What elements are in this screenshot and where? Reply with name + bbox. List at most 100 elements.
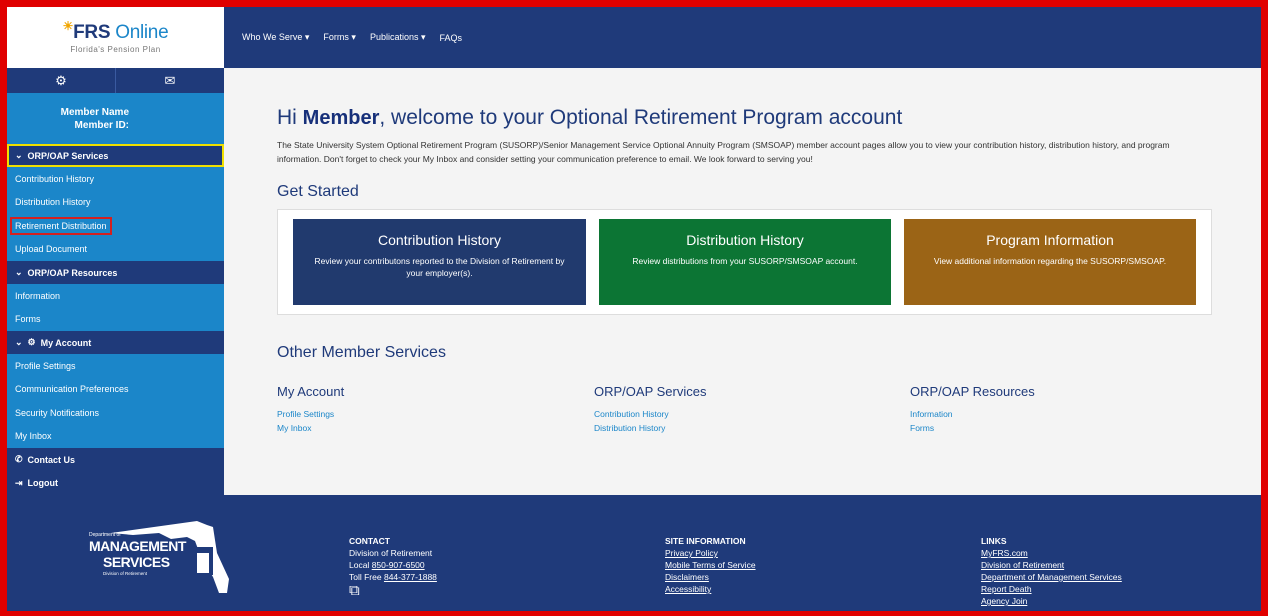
contact-local: Local 850-907-6500 (349, 559, 437, 571)
sidebar-section-orp-services[interactable]: ⌄ ORP/OAP Services (7, 144, 224, 167)
footer-heading: LINKS (981, 536, 1007, 546)
label: Local (349, 560, 372, 570)
program-information-card[interactable]: Program Information View additional info… (904, 219, 1196, 305)
contribution-history-card[interactable]: Contribution History Review your contrib… (293, 219, 586, 305)
gear-icon: ⚙ (27, 337, 36, 347)
my-account-column: My Account Profile Settings My Inbox (277, 384, 344, 435)
sidebar-section-orp-resources[interactable]: ⌄ ORP/OAP Resources (7, 261, 224, 284)
nav-label: Who We Serve (242, 32, 303, 42)
sidebar-item-label: Contact Us (27, 454, 76, 465)
section-label: ORP/OAP Services (27, 150, 109, 161)
column-title: ORP/OAP Resources (910, 384, 1035, 399)
contact-org: Division of Retirement (349, 548, 433, 558)
logo-subtitle: Florida's Pension Plan (70, 44, 161, 54)
page-title: Hi Member, welcome to your Optional Reti… (277, 106, 902, 130)
link-agency-join[interactable]: Agency Join (981, 595, 1122, 607)
link-accessibility[interactable]: Accessibility (665, 583, 756, 595)
sun-icon: ☀ (62, 18, 74, 33)
member-id: Member ID: (74, 119, 129, 131)
sidebar-item-label: Retirement Distribution (10, 216, 112, 235)
nav-label: Forms (323, 32, 349, 42)
welcome-suffix: , welcome to your Optional Retirement Pr… (379, 106, 903, 129)
nav-who-we-serve[interactable]: Who We Serve ▾ (242, 32, 309, 43)
main-content: Hi Member, welcome to your Optional Reti… (224, 68, 1261, 495)
sidebar-item-my-inbox[interactable]: My Inbox (7, 425, 224, 449)
intro-text: The State University System Optional Ret… (277, 140, 1170, 164)
sidebar-item-contact-us[interactable]: ✆ Contact Us (7, 448, 224, 472)
envelope-icon[interactable]: ✉ (116, 68, 224, 93)
member-info: Member Name Member ID: (7, 93, 224, 144)
label: Toll Free (349, 572, 384, 582)
caret-down-icon: ▾ (421, 32, 426, 42)
page-frame: ☀FRS Online Florida's Pension Plan ⚙ ✉ M… (7, 7, 1261, 611)
local-phone-link[interactable]: 850-907-6500 (372, 560, 425, 570)
gear-icon[interactable]: ⚙ (7, 68, 116, 93)
section-label: ORP/OAP Resources (27, 267, 118, 278)
column-title: My Account (277, 384, 345, 399)
tollfree-phone-link[interactable]: 844-377-1888 (384, 572, 437, 582)
link-contribution-history[interactable]: Contribution History (594, 407, 706, 421)
column-title: ORP/OAP Services (594, 384, 707, 399)
sidebar-item-profile-settings[interactable]: Profile Settings (7, 354, 224, 378)
footer: Department of MANAGEMENT SERVICES Divisi… (7, 495, 1261, 611)
footer-site-info: SITE INFORMATION Privacy Policy Mobile T… (665, 535, 756, 595)
link-mobile-terms[interactable]: Mobile Terms of Service (665, 559, 756, 571)
section-label: My Account (40, 337, 92, 348)
nav-publications[interactable]: Publications ▾ (370, 32, 426, 43)
caret-down-icon: ▾ (304, 32, 310, 42)
link-dms[interactable]: Department of Management Services (981, 571, 1122, 583)
sidebar-item-retirement-distribution[interactable]: Retirement Distribution (7, 214, 224, 238)
link-forms[interactable]: Forms (910, 421, 1035, 435)
frs-online-logo[interactable]: ☀FRS Online Florida's Pension Plan (7, 7, 224, 68)
distribution-history-card[interactable]: Distribution History Review distribution… (599, 219, 891, 305)
sidebar-item-security-notifications[interactable]: Security Notifications (7, 401, 224, 425)
link-privacy-policy[interactable]: Privacy Policy (665, 547, 756, 559)
caret-down-icon: ▾ (351, 32, 356, 42)
footer-heading: SITE INFORMATION (665, 536, 746, 546)
card-description: Review distributions from your SUSORP/SM… (632, 256, 858, 266)
sidebar-item-upload-document[interactable]: Upload Document (7, 238, 224, 262)
logo-title-bold: FRS (73, 21, 111, 43)
footer-links: LINKS MyFRS.com Division of Retirement D… (981, 535, 1122, 607)
florida-map-icon (111, 521, 229, 593)
orp-resources-column: ORP/OAP Resources Information Forms (910, 384, 1035, 435)
external-window-icon[interactable]: ⧉ (349, 583, 437, 599)
footer-heading: CONTACT (349, 536, 390, 546)
sidebar-item-communication-preferences[interactable]: Communication Preferences (7, 378, 224, 402)
chevron-down-icon: ⌄ (15, 267, 23, 277)
link-report-death[interactable]: Report Death (981, 583, 1122, 595)
link-my-inbox[interactable]: My Inbox (277, 421, 344, 435)
sidebar: ☀FRS Online Florida's Pension Plan ⚙ ✉ M… (7, 7, 224, 495)
sidebar-item-contribution-history[interactable]: Contribution History (7, 167, 224, 191)
get-started-heading: Get Started (277, 183, 359, 200)
link-division-retirement[interactable]: Division of Retirement (981, 559, 1122, 571)
card-title: Program Information (986, 232, 1114, 248)
chevron-down-icon: ⌄ (15, 337, 23, 347)
card-title: Distribution History (686, 232, 804, 248)
top-navigation: Who We Serve ▾ Forms ▾ Publications ▾ FA… (224, 7, 1261, 68)
link-information[interactable]: Information (910, 407, 1035, 421)
member-name: Member Name (60, 106, 129, 118)
nav-faqs[interactable]: FAQs (440, 33, 463, 43)
link-disclaimers[interactable]: Disclaimers (665, 571, 756, 583)
sidebar-item-forms[interactable]: Forms (7, 308, 224, 332)
contact-tollfree: Toll Free 844-377-1888 (349, 571, 437, 583)
cards-container: Contribution History Review your contrib… (277, 209, 1212, 315)
welcome-member-name: Member (302, 107, 380, 129)
sidebar-section-my-account[interactable]: ⌄ ⚙ My Account (7, 331, 224, 354)
logout-icon: ⇥ (15, 477, 23, 488)
chevron-down-icon: ⌄ (15, 150, 23, 160)
sidebar-item-label: Logout (27, 478, 59, 489)
link-profile-settings[interactable]: Profile Settings (277, 407, 344, 421)
nav-label: Publications (369, 32, 419, 42)
sidebar-item-information[interactable]: Information (7, 284, 224, 308)
other-services-heading: Other Member Services (277, 344, 446, 361)
phone-icon: ✆ (15, 454, 23, 465)
link-distribution-history[interactable]: Distribution History (594, 421, 706, 435)
nav-forms[interactable]: Forms ▾ (323, 32, 356, 43)
sidebar-item-distribution-history[interactable]: Distribution History (7, 191, 224, 215)
card-description: View additional information regarding th… (933, 256, 1167, 266)
dms-logo[interactable]: Department of MANAGEMENT SERVICES Divisi… (89, 513, 229, 593)
sidebar-item-logout[interactable]: ⇥ Logout (7, 471, 224, 495)
link-myfrs[interactable]: MyFRS.com (981, 547, 1122, 559)
